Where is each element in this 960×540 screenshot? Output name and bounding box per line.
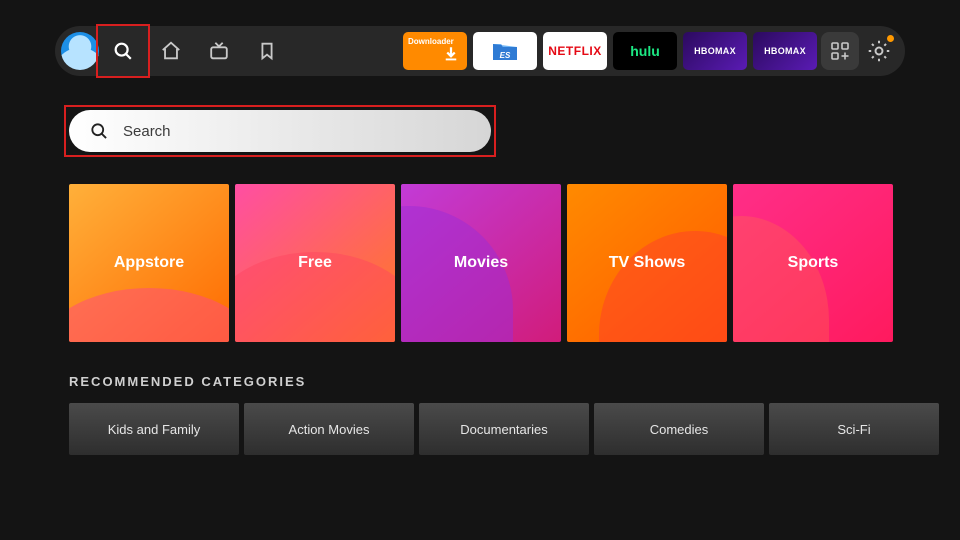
svg-text:ES: ES: [500, 51, 511, 60]
home-icon: [160, 40, 182, 62]
recent-apps-row: Downloader ES NETFLIX hulu HBO: [403, 32, 817, 70]
apps-grid-button[interactable]: [821, 32, 859, 70]
recommended-item[interactable]: Kids and Family: [69, 403, 239, 455]
search-icon: [112, 40, 134, 62]
app-tile-downloader[interactable]: Downloader: [403, 32, 467, 70]
app-tile-hulu[interactable]: hulu: [613, 32, 677, 70]
tile-label: Appstore: [114, 254, 184, 272]
recommended-item[interactable]: Comedies: [594, 403, 764, 455]
app-label: HBOMAX: [694, 46, 736, 56]
category-tile-free[interactable]: Free: [235, 184, 395, 342]
category-tile-movies[interactable]: Movies: [401, 184, 561, 342]
app-tile-hbomax-1[interactable]: HBOMAX: [683, 32, 747, 70]
tile-label: TV Shows: [609, 254, 685, 272]
profile-avatar[interactable]: [61, 32, 99, 70]
nav-live-button[interactable]: [195, 27, 243, 75]
app-label: HBOMAX: [764, 46, 806, 56]
app-tile-es-file-explorer[interactable]: ES: [473, 32, 537, 70]
recommended-item[interactable]: Documentaries: [419, 403, 589, 455]
tv-icon: [208, 40, 230, 62]
app-tile-netflix[interactable]: NETFLIX: [543, 32, 607, 70]
nav-bookmarks-button[interactable]: [243, 27, 291, 75]
search-icon: [89, 121, 109, 141]
category-tile-sports[interactable]: Sports: [733, 184, 893, 342]
app-tile-hbomax-2[interactable]: HBOMAX: [753, 32, 817, 70]
top-nav: Downloader ES NETFLIX hulu HBO: [55, 26, 905, 76]
search-placeholder: Search: [123, 123, 171, 140]
download-arrow-icon: [442, 43, 460, 65]
tile-label: Movies: [454, 254, 508, 272]
settings-button[interactable]: [859, 31, 899, 71]
recommended-item[interactable]: Action Movies: [244, 403, 414, 455]
category-tile-appstore[interactable]: Appstore: [69, 184, 229, 342]
app-label: hulu: [630, 43, 660, 59]
nav-home-button[interactable]: [147, 27, 195, 75]
firetv-home: Downloader ES NETFLIX hulu HBO: [0, 0, 960, 540]
search-input[interactable]: Search: [69, 110, 491, 152]
tile-label: Free: [298, 254, 332, 272]
notification-dot-icon: [887, 35, 894, 42]
recommended-row: Kids and Family Action Movies Documentar…: [69, 403, 960, 455]
category-tiles-row: Appstore Free Movies TV Shows Sports: [69, 184, 960, 342]
recommended-title: RECOMMENDED CATEGORIES: [69, 374, 960, 389]
folder-icon: ES: [491, 39, 519, 63]
gear-icon: [866, 38, 892, 64]
category-tile-tvshows[interactable]: TV Shows: [567, 184, 727, 342]
apps-grid-icon: [830, 41, 850, 61]
bookmark-icon: [256, 40, 278, 62]
tile-label: Sports: [788, 254, 839, 272]
nav-search-button[interactable]: [99, 27, 147, 75]
app-label: NETFLIX: [548, 44, 602, 58]
recommended-item[interactable]: Sci-Fi: [769, 403, 939, 455]
search-field-area: Search: [69, 110, 491, 152]
